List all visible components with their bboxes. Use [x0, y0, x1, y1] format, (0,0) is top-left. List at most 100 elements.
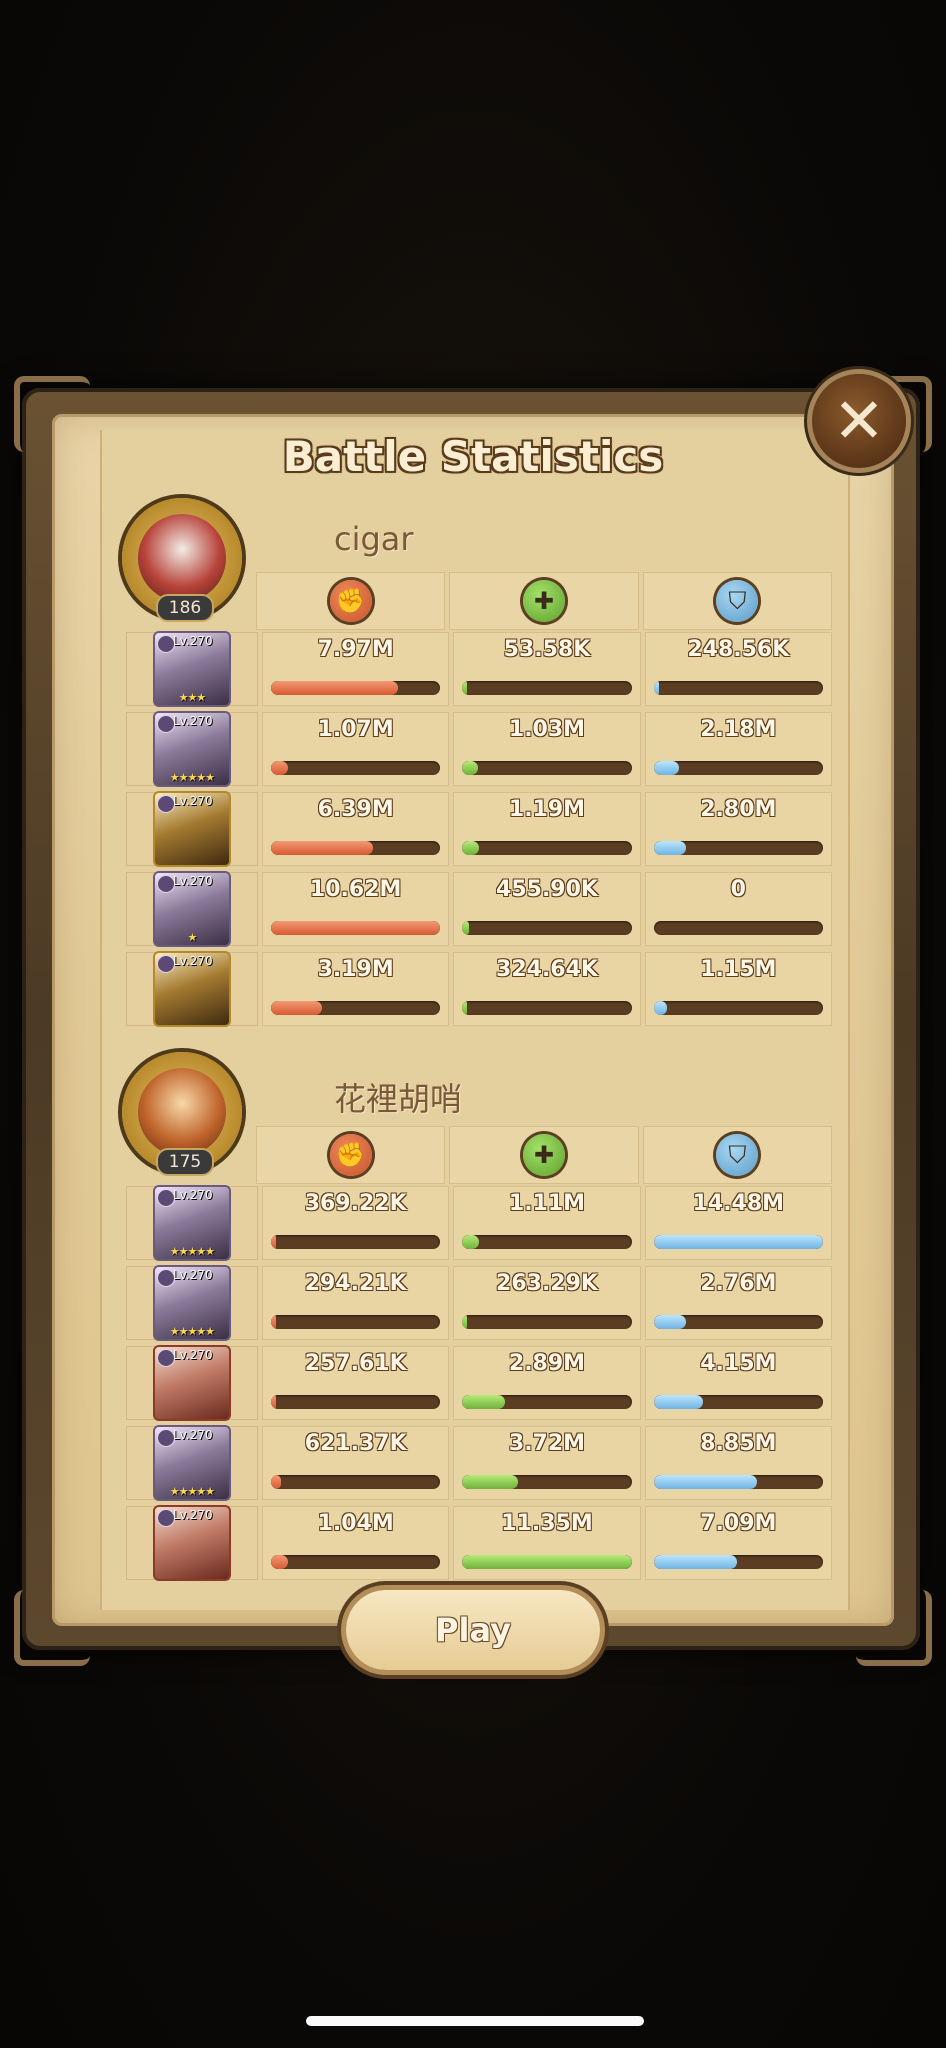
- hero-portrait[interactable]: Lv.270: [153, 1345, 231, 1421]
- heal-value: 1.19M: [508, 797, 586, 822]
- hero-row: Lv.270 ★★★ 7.97M 53.58K 248.56K: [126, 631, 832, 707]
- damage-stat: 294.21K: [262, 1266, 450, 1340]
- player-avatar[interactable]: 186: [122, 498, 246, 622]
- shield-value: 14.48M: [692, 1191, 785, 1216]
- hero-row: Lv.270 ★★★★★ 1.07M 1.03M 2.18M: [126, 711, 832, 787]
- hero-portrait[interactable]: Lv.270 ★: [153, 871, 231, 947]
- damage-value: 10.62M: [309, 877, 402, 902]
- hero-level: Lv.270: [173, 1268, 213, 1282]
- hero-level: Lv.270: [173, 954, 213, 968]
- dialog-title: Battle Statistics: [282, 432, 664, 481]
- play-button[interactable]: Play: [346, 1590, 600, 1670]
- heal-bar: [462, 1475, 632, 1489]
- damage-stat: 369.22K: [262, 1186, 450, 1260]
- shield-stat: 14.48M: [644, 1186, 832, 1260]
- close-button[interactable]: ✕: [812, 374, 906, 468]
- shield-bar-fill: [653, 1395, 703, 1409]
- close-icon: ✕: [833, 384, 885, 457]
- heal-bar-fill: [462, 1395, 505, 1409]
- hero-row: Lv.270 257.61K 2.89M 4.15M: [126, 1345, 832, 1421]
- hero-portrait[interactable]: Lv.270 ★★★★★: [153, 1185, 231, 1261]
- hero-portrait[interactable]: Lv.270 ★★★★★: [153, 1265, 231, 1341]
- hero-portrait-cell: Lv.270: [126, 1505, 258, 1581]
- hero-portrait-cell: Lv.270 ★★★★★: [126, 711, 258, 787]
- hero-portrait[interactable]: Lv.270: [153, 951, 231, 1027]
- hero-portrait-cell: Lv.270: [126, 1345, 258, 1421]
- shield-icon: ⛉: [716, 580, 759, 622]
- hero-portrait[interactable]: Lv.270 ★★★★★: [153, 711, 231, 787]
- heal-value: 53.58K: [503, 637, 591, 662]
- shield-bar-fill: [653, 1555, 737, 1569]
- heal-icon: ✚: [522, 1134, 565, 1176]
- damage-value: 257.61K: [304, 1351, 407, 1376]
- shield-bar: [653, 761, 823, 775]
- damage-value: 1.04M: [317, 1511, 394, 1536]
- shield-bar: [653, 841, 823, 855]
- heal-bar: [462, 1395, 632, 1409]
- hero-stars: ★★★★★: [169, 771, 215, 784]
- home-indicator: [306, 2016, 644, 2026]
- heal-stat: 3.72M: [453, 1426, 641, 1500]
- damage-stat: 3.19M: [262, 952, 450, 1026]
- damage-bar-fill: [271, 921, 441, 935]
- hero-level: Lv.270: [173, 794, 213, 808]
- heal-bar-fill: [462, 1001, 468, 1015]
- heal-value: 1.11M: [508, 1191, 586, 1216]
- damage-bar: [271, 841, 441, 855]
- shield-bar-fill: [653, 1001, 668, 1015]
- hero-row: Lv.270 ★★★★★ 369.22K 1.11M 14.48M: [126, 1185, 832, 1261]
- heal-bar-fill: [462, 1315, 468, 1329]
- shield-stat: 0: [644, 872, 832, 946]
- heal-value: 1.03M: [508, 717, 586, 742]
- shield-column-header: ⛉: [642, 572, 832, 630]
- heal-column-header: ✚: [449, 1126, 639, 1184]
- damage-bar-fill: [271, 681, 398, 695]
- heal-icon: ✚: [522, 580, 565, 622]
- player-level: 186: [156, 594, 214, 622]
- avatar-image: [138, 514, 226, 602]
- shield-value: 2.76M: [700, 1271, 777, 1296]
- damage-bar-fill: [271, 1001, 322, 1015]
- hero-row: Lv.270 ★★★★★ 621.37K 3.72M 8.85M: [126, 1425, 832, 1501]
- damage-stat: 6.39M: [262, 792, 450, 866]
- heal-stat: 53.58K: [453, 632, 641, 706]
- heal-stat: 263.29K: [453, 1266, 641, 1340]
- player-name: cigar: [334, 520, 414, 558]
- hero-portrait[interactable]: Lv.270: [153, 1505, 231, 1581]
- damage-value: 1.07M: [317, 717, 394, 742]
- damage-icon: ✊: [329, 1134, 372, 1176]
- heal-bar: [462, 681, 632, 695]
- heal-bar-fill: [462, 1555, 632, 1569]
- player-level: 175: [156, 1148, 214, 1176]
- heal-bar-fill: [462, 841, 480, 855]
- damage-bar: [271, 1475, 441, 1489]
- shield-value: 2.80M: [700, 797, 777, 822]
- hero-portrait[interactable]: Lv.270: [153, 791, 231, 867]
- heal-bar: [462, 761, 632, 775]
- stat-header-row: ✊ ✚ ⛉: [256, 1126, 832, 1184]
- damage-stat: 10.62M: [262, 872, 450, 946]
- damage-bar: [271, 761, 441, 775]
- heal-stat: 11.35M: [453, 1506, 641, 1580]
- shield-bar: [653, 1001, 823, 1015]
- shield-bar-fill: [653, 1315, 686, 1329]
- player-avatar[interactable]: 175: [122, 1052, 246, 1176]
- hero-portrait[interactable]: Lv.270 ★★★: [153, 631, 231, 707]
- damage-bar: [271, 1555, 441, 1569]
- hero-level: Lv.270: [173, 1508, 213, 1522]
- damage-column-header: ✊: [256, 1126, 446, 1184]
- damage-bar: [271, 1395, 441, 1409]
- shield-icon: ⛉: [716, 1134, 759, 1176]
- heal-bar: [462, 841, 632, 855]
- hero-portrait[interactable]: Lv.270 ★★★★★: [153, 1425, 231, 1501]
- hero-row: Lv.270 ★★★★★ 294.21K 263.29K 2.76M: [126, 1265, 832, 1341]
- hero-portrait-cell: Lv.270 ★★★★★: [126, 1185, 258, 1261]
- damage-value: 7.97M: [317, 637, 394, 662]
- shield-stat: 8.85M: [644, 1426, 832, 1500]
- heal-stat: 455.90K: [453, 872, 641, 946]
- shield-bar-fill: [653, 681, 659, 695]
- heal-bar-fill: [462, 681, 468, 695]
- heal-bar: [462, 1001, 632, 1015]
- shield-stat: 2.76M: [644, 1266, 832, 1340]
- hero-portrait-cell: Lv.270 ★★★: [126, 631, 258, 707]
